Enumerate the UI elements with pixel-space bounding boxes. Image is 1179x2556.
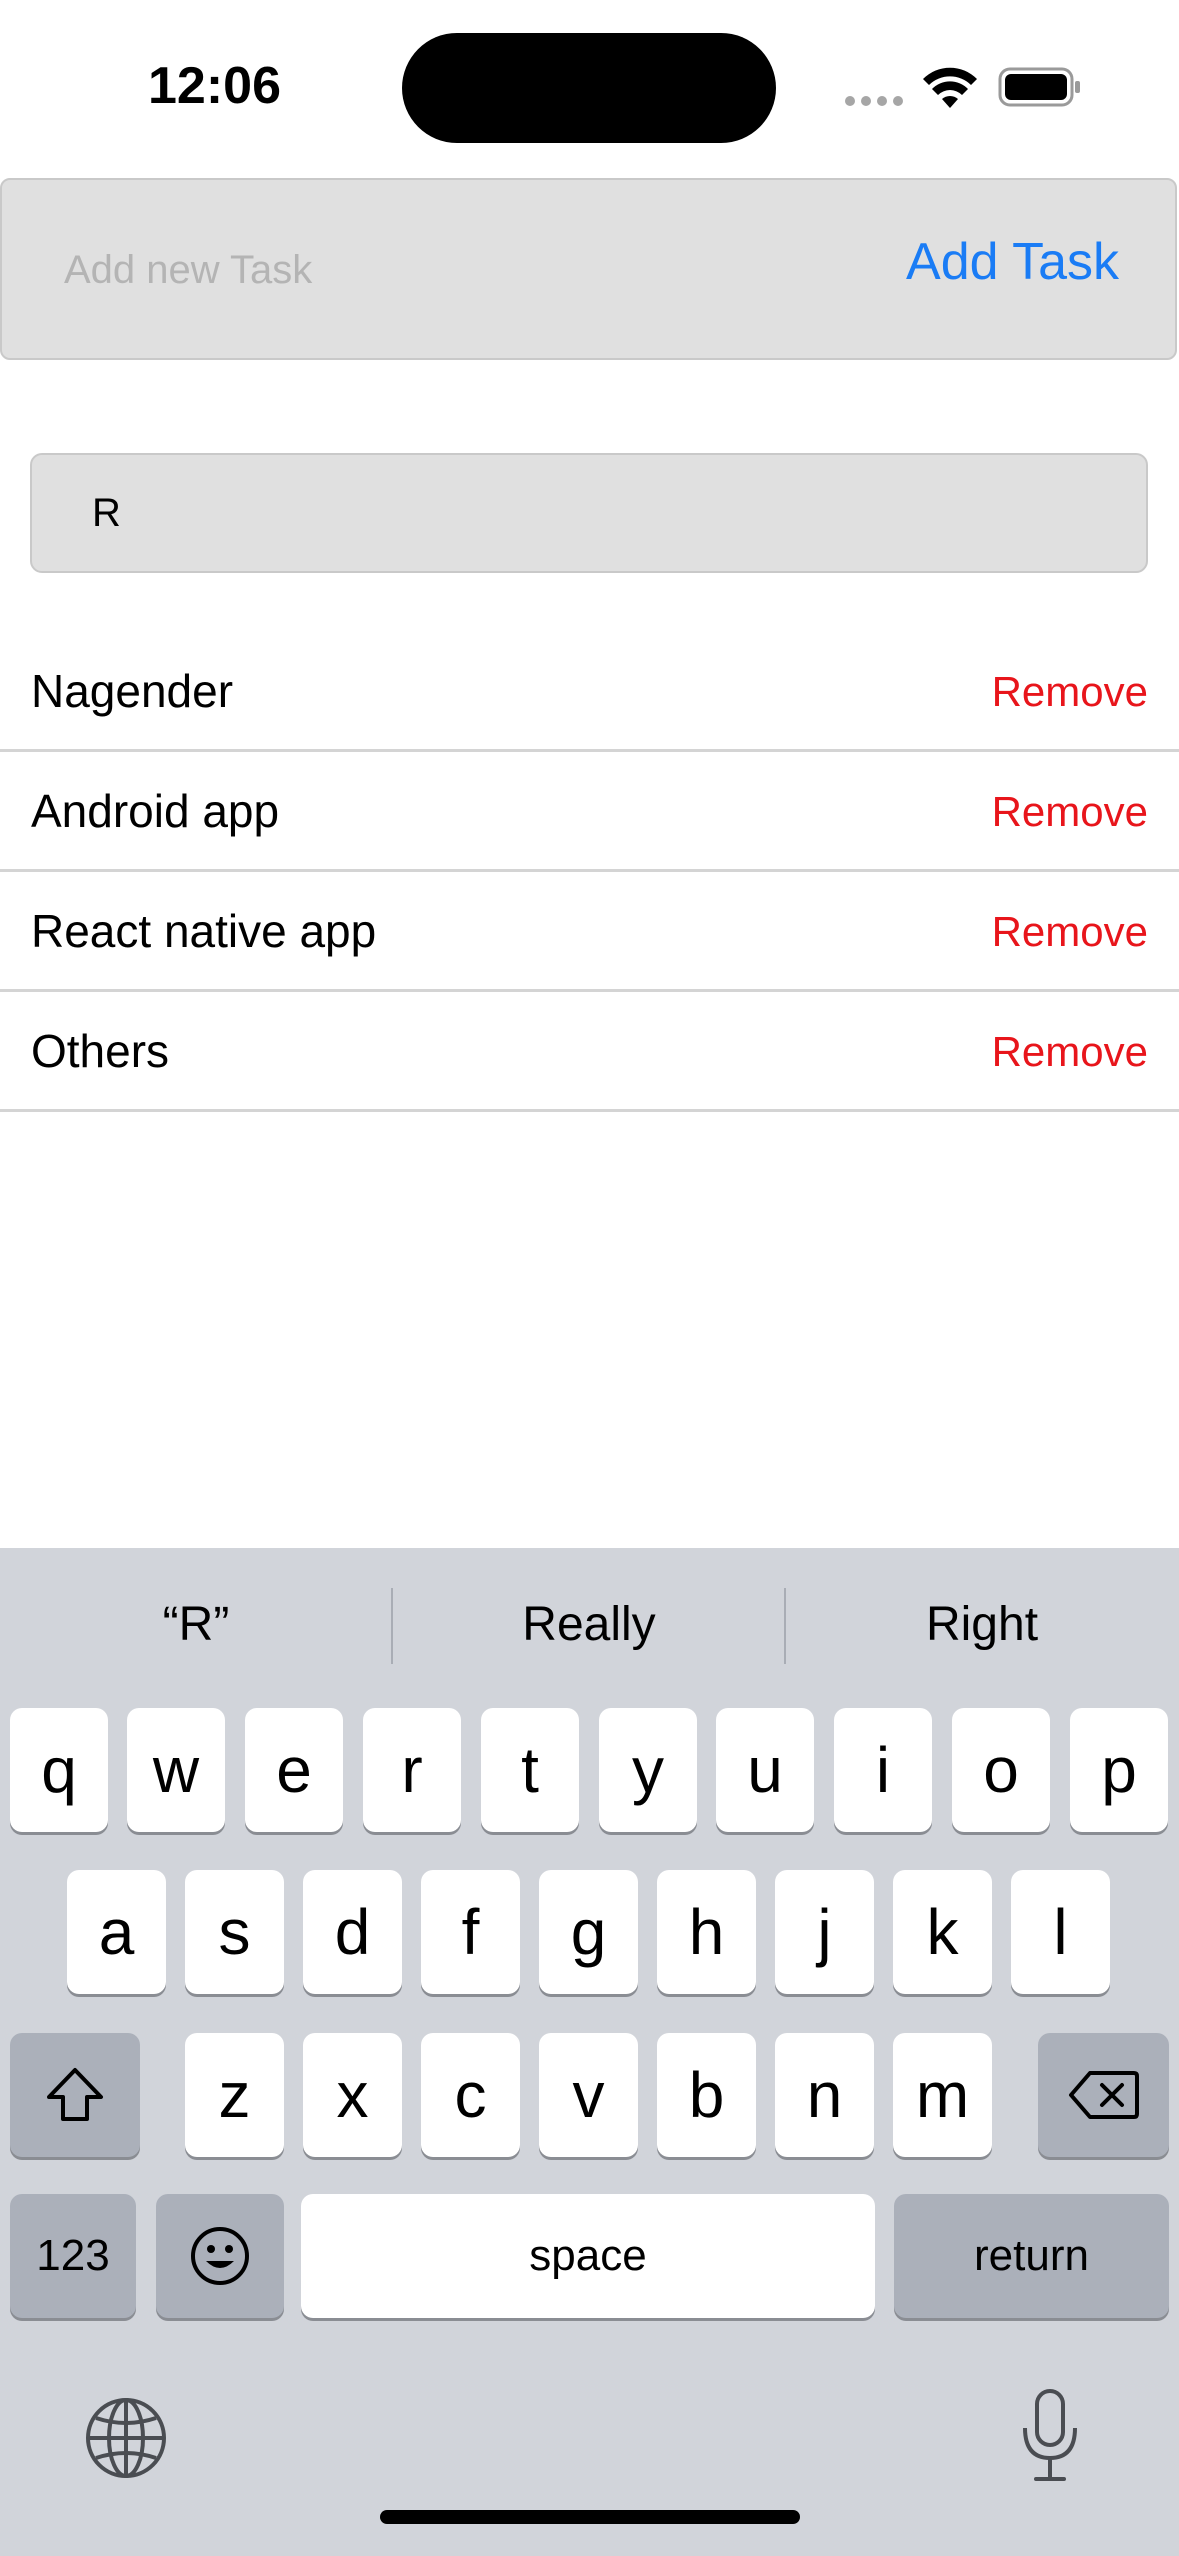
key-m[interactable]: m	[893, 2033, 992, 2157]
battery-icon	[998, 67, 1080, 107]
suggestion-bar: “R” Really Right	[0, 1548, 1179, 1700]
on-screen-keyboard: “R” Really Right q w e r t y u i o p a s…	[0, 1548, 1179, 2556]
dynamic-island	[402, 33, 776, 143]
key-a[interactable]: a	[67, 1870, 166, 1994]
key-w[interactable]: w	[127, 1708, 225, 1832]
search-field	[30, 453, 1148, 573]
suggestion-item[interactable]: “R”	[0, 1548, 392, 1700]
delete-key[interactable]	[1038, 2033, 1169, 2157]
delete-icon	[1068, 2071, 1139, 2119]
key-j[interactable]: j	[775, 1870, 874, 1994]
remove-task-button[interactable]: Remove	[992, 908, 1148, 956]
new-task-input[interactable]	[64, 228, 824, 312]
key-u[interactable]: u	[716, 1708, 814, 1832]
task-name: Android app	[31, 785, 280, 837]
key-g[interactable]: g	[539, 1870, 638, 1994]
task-row: React native app Remove	[0, 872, 1179, 992]
key-t[interactable]: t	[481, 1708, 579, 1832]
suggestion-item[interactable]: Really	[393, 1548, 785, 1700]
search-input[interactable]	[92, 475, 1092, 551]
microphone-icon[interactable]	[1020, 2388, 1080, 2484]
emoji-key[interactable]	[156, 2194, 284, 2318]
key-f[interactable]: f	[421, 1870, 520, 1994]
key-l[interactable]: l	[1011, 1870, 1110, 1994]
shift-icon	[47, 2068, 103, 2121]
task-name: Nagender	[31, 665, 234, 717]
key-c[interactable]: c	[421, 2033, 520, 2157]
globe-icon[interactable]	[84, 2396, 168, 2480]
emoji-icon	[191, 2227, 249, 2285]
add-task-button[interactable]: Add Task	[906, 232, 1119, 292]
key-q[interactable]: q	[10, 1708, 108, 1832]
task-row: Nagender Remove	[0, 632, 1179, 752]
key-p[interactable]: p	[1070, 1708, 1168, 1832]
key-y[interactable]: y	[599, 1708, 697, 1832]
add-task-bar: Add Task	[0, 178, 1177, 360]
key-b[interactable]: b	[657, 2033, 756, 2157]
key-z[interactable]: z	[185, 2033, 284, 2157]
key-r[interactable]: r	[363, 1708, 461, 1832]
key-e[interactable]: e	[245, 1708, 343, 1832]
task-row: Others Remove	[0, 992, 1179, 1112]
key-h[interactable]: h	[657, 1870, 756, 1994]
key-i[interactable]: i	[834, 1708, 932, 1832]
remove-task-button[interactable]: Remove	[992, 1028, 1148, 1076]
key-n[interactable]: n	[775, 2033, 874, 2157]
numbers-key[interactable]: 123	[10, 2194, 136, 2318]
task-name: Others	[31, 1025, 170, 1077]
task-list: Nagender Remove Android app Remove React…	[0, 632, 1179, 1112]
home-indicator[interactable]	[380, 2510, 800, 2524]
app-screen: 12:06 Add Task Nagender Remove Android a…	[0, 0, 1179, 2556]
remove-task-button[interactable]: Remove	[992, 668, 1148, 716]
key-k[interactable]: k	[893, 1870, 992, 1994]
status-time: 12:06	[148, 57, 281, 115]
key-d[interactable]: d	[303, 1870, 402, 1994]
remove-task-button[interactable]: Remove	[992, 788, 1148, 836]
task-row: Android app Remove	[0, 752, 1179, 872]
space-key[interactable]: space	[301, 2194, 875, 2318]
key-v[interactable]: v	[539, 2033, 638, 2157]
task-name: React native app	[31, 905, 377, 957]
key-o[interactable]: o	[952, 1708, 1050, 1832]
wifi-icon	[923, 67, 977, 108]
cellular-signal-icon	[845, 96, 903, 106]
suggestion-item[interactable]: Right	[786, 1548, 1178, 1700]
return-key[interactable]: return	[894, 2194, 1169, 2318]
key-s[interactable]: s	[185, 1870, 284, 1994]
shift-key[interactable]	[10, 2033, 140, 2157]
key-x[interactable]: x	[303, 2033, 402, 2157]
